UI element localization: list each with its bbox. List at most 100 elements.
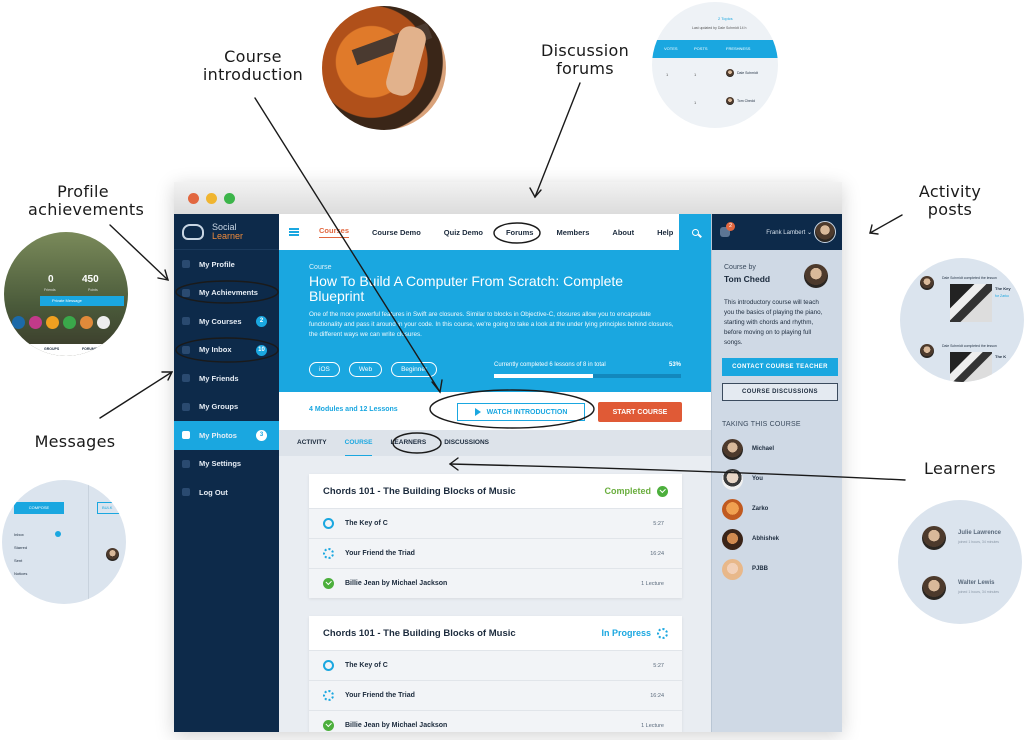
learner-name: Abhishek [752,536,780,542]
chevron-down-icon: ⌄ [806,229,812,236]
nav-courses[interactable]: Courses [319,226,350,238]
forums-topics-count: 2 Topics [718,16,733,21]
sidebar-item-my-achievements[interactable]: My Achievments [174,279,279,308]
nav-members[interactable]: Members [556,228,589,237]
lesson-title: Billie Jean by Michael Jackson [345,722,448,729]
compose-button[interactable]: COMPOSE [14,502,64,514]
achievement-badges [12,316,110,329]
hamburger-menu-icon[interactable] [289,228,299,236]
sidebar-item-my-groups[interactable]: My Groups [174,393,279,422]
nav-about[interactable]: About [612,228,634,237]
progress-percent: 53% [668,362,681,368]
nav-help[interactable]: Help [657,228,673,237]
learners-list: Michael You Zarko Abhishek PJBB [712,434,842,584]
module-header[interactable]: Chords 101 - The Building Blocks of Musi… [309,616,682,650]
search-icon [691,228,699,236]
learner-avatar [722,498,743,520]
learner-name: You [752,476,763,482]
column-freshness: FRESHNESS [726,46,751,51]
learner-avatar [722,438,743,460]
folder-starred[interactable]: Starred [14,545,27,550]
learner-avatar [722,468,743,490]
tag-web[interactable]: Web [348,362,383,377]
watch-introduction-button[interactable]: WATCH INTRODUCTION [457,403,585,421]
bulk-button[interactable]: BULK [97,502,126,514]
forums-last-updated: Last updated by Dale Schmidt 14 h [692,26,747,30]
learner-item[interactable]: PJBB [712,554,842,584]
tab-groups[interactable]: GROUPS [44,347,59,351]
learner-item[interactable]: You [712,464,842,494]
start-course-button[interactable]: START COURSE [598,402,682,422]
friends-icon [182,374,190,383]
sidebar-item-my-friends[interactable]: My Friends [174,364,279,393]
search-button[interactable] [679,214,711,250]
sidebar-item-my-profile[interactable]: My Profile [174,250,279,279]
tab-learners[interactable]: LEARNERS [390,430,426,456]
module-status: Completed [604,485,668,497]
course-summary: This introductory course will teach you … [724,299,823,346]
learner-name: PJBB [752,566,769,572]
contact-course-teacher-button[interactable]: CONTACT COURSE TEACHER [722,358,838,376]
private-message-button[interactable]: Private Message [40,296,124,306]
learner-item[interactable]: Zarko [712,494,842,524]
course-discussions-button[interactable]: COURSE DISCUSSIONS [722,383,838,401]
folder-notices[interactable]: Notices [14,571,27,576]
badge-icon [29,316,42,329]
user-avatar[interactable] [814,221,836,243]
learner-item[interactable]: Abhishek [712,524,842,554]
nav-course-demo[interactable]: Course Demo [372,228,421,237]
maximize-window-button[interactable] [224,192,235,204]
tab-discussions[interactable]: DISCUSSIONS [444,430,489,456]
avatar [106,548,119,561]
private-message-label: Private Message [52,298,82,303]
sidebar-item-log-out[interactable]: Log Out [174,478,279,507]
lesson-row[interactable]: The Key of C 5:27 [309,508,682,538]
tab-course[interactable]: COURSE [344,430,373,456]
activity-text: Dale Schmidt completed the lesson [942,344,997,348]
sidebar-item-my-photos[interactable]: My Photos 3 [174,421,279,450]
sidebar-item-my-courses[interactable]: My Courses 2 [174,307,279,336]
divider [88,480,89,604]
course-discussions-label: COURSE DISCUSSIONS [742,389,818,395]
sidebar-item-my-inbox[interactable]: My Inbox 10 [174,336,279,365]
piano-thumbnail [950,284,992,322]
notifications-count-badge: 2 [726,222,735,231]
user-menu[interactable]: Frank Lambert ⌄ [766,229,812,236]
lesson-row[interactable]: Your Friend the Triad 16:24 [309,538,682,568]
activity-posts-bubble: Dale Schmidt completed the lesson The Ke… [900,258,1024,382]
forum-row-votes: 1 [666,72,669,77]
activity-sub: for Zarko [995,294,1010,298]
notifications-icon[interactable]: 2 [720,222,735,237]
nav-quiz-demo[interactable]: Quiz Demo [444,228,483,237]
lesson-row[interactable]: Billie Jean by Michael Jackson 1 Lecture [309,568,682,598]
messages-arrow [99,371,173,419]
logo[interactable]: Social Learner [174,214,279,250]
folder-inbox[interactable]: Inbox [14,532,24,537]
forum-row-user: Tom Chedd [737,99,755,103]
learner-name: Walter Lewis [958,580,995,586]
modules-summary[interactable]: 4 Modules and 12 Lessons [309,406,398,413]
bulk-label: BULK [102,505,113,510]
sidebar-item-my-settings[interactable]: My Settings [174,450,279,479]
learner-item[interactable]: Michael [712,434,842,464]
in-progress-spinner-icon [323,690,334,701]
profile-tabs: GROUPS FORUMS [4,344,128,356]
lesson-row[interactable]: Billie Jean by Michael Jackson 1 Lecture [309,710,682,732]
tag-beginner[interactable]: Beginner [391,362,438,377]
watch-introduction-label: WATCH INTRODUCTION [486,408,568,416]
annotation-text: Course introduction [202,47,304,84]
module-header[interactable]: Chords 101 - The Building Blocks of Musi… [309,474,682,508]
nav-forums[interactable]: Forums [506,228,534,237]
folder-sent[interactable]: Sent [14,558,22,563]
photos-count-badge: 3 [256,430,267,441]
lesson-row[interactable]: The Key of C 5:27 [309,650,682,680]
lesson-title: The Key of C [345,662,388,669]
tab-forums[interactable]: FORUMS [82,347,97,351]
not-started-circle-icon [323,518,334,529]
tag-ios[interactable]: iOS [309,362,340,377]
activity-arrow [869,214,903,234]
close-window-button[interactable] [188,192,199,204]
tab-activity[interactable]: ACTIVITY [297,430,327,456]
lesson-row[interactable]: Your Friend the Triad 16:24 [309,680,682,710]
minimize-window-button[interactable] [206,192,217,204]
